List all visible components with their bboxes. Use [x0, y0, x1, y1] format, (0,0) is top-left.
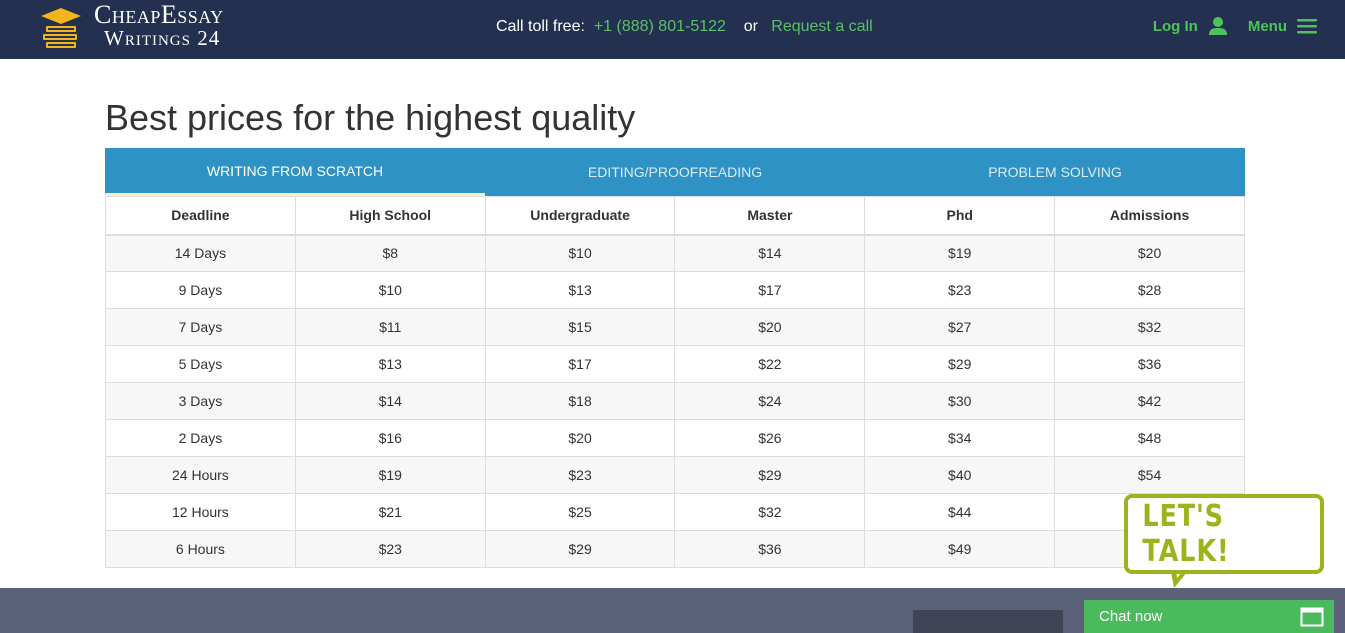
price-cell: $25 — [484, 493, 676, 531]
price-cell: $19 — [864, 234, 1056, 272]
window-icon — [1300, 607, 1324, 626]
or-text: or — [743, 18, 758, 35]
lets-talk-text: LET'S TALK! — [1142, 499, 1230, 569]
logo-subtitle: Writings 24 — [104, 26, 221, 50]
table-row: 6 Hours$23$29$36$49$66 — [105, 530, 1245, 568]
price-cell: $32 — [674, 493, 866, 531]
price-cell: $17 — [484, 345, 676, 383]
price-cell: $30 — [864, 382, 1056, 420]
page-title: Best prices for the highest quality — [105, 97, 636, 138]
price-cell: $10 — [294, 271, 486, 309]
user-icon — [1208, 17, 1227, 35]
price-cell: $15 — [484, 308, 676, 346]
price-cell: $23 — [484, 456, 676, 494]
price-cell: $16 — [294, 419, 486, 457]
price-cell: $48 — [1054, 419, 1245, 457]
price-cell: $18 — [484, 382, 676, 420]
price-cell: $19 — [294, 456, 486, 494]
price-cell: $10 — [484, 234, 676, 272]
price-cell: $23 — [864, 271, 1056, 309]
site-header: CheapEssay Writings 24 Call toll free: +… — [0, 0, 1345, 59]
pricing-tabs: WRITING FROM SCRATCH EDITING/PROOFREADIN… — [105, 148, 1245, 196]
login-label: Log In — [1152, 17, 1198, 35]
price-cell: $42 — [1054, 382, 1245, 420]
price-cell: $27 — [864, 308, 1056, 346]
price-cell: $13 — [294, 345, 486, 383]
tab-problem-solving[interactable]: PROBLEM SOLVING — [865, 148, 1245, 196]
price-cell: $8 — [294, 234, 486, 272]
table-row: 14 Days $8 $10 $14 $19 $20 — [105, 234, 1245, 272]
table-row: 7 Days $11 $15 $20 $27 $32 — [105, 308, 1245, 346]
menu-button[interactable]: Menu — [1248, 18, 1317, 35]
price-cell: $54 — [1054, 456, 1245, 494]
price-cell: $28 — [1054, 271, 1245, 309]
price-cell: $21 — [294, 493, 486, 531]
price-cell: $40 — [864, 456, 1056, 494]
table-header-row: Deadline High School Undergraduate Master Ph… — [105, 196, 1245, 236]
price-cell: $24 — [674, 382, 866, 420]
price-cell: $26 — [674, 419, 866, 457]
price-cell: $29 — [674, 456, 866, 494]
site-logo[interactable]: CheapEssay Writings 24 — [40, 0, 270, 54]
table-body: 14 Days $8 $10 $14 $19 $20 9 Days $10 $13 $17 $23 $… — [105, 234, 1245, 568]
deadline-cell: 7 Days — [105, 308, 296, 346]
column-header: Phd — [864, 196, 1056, 236]
header-nav: Log In Menu — [1153, 16, 1317, 36]
tab-editing-proofreading[interactable]: EDITING/PROOFREADING — [485, 148, 865, 196]
table-row: 9 Days $10 $13 $17 $23 $28 — [105, 271, 1245, 309]
deadline-cell: 3 Days — [105, 382, 296, 420]
table-row: 2 Days $16 $20 $26 $34 $48 — [105, 419, 1245, 457]
footer-image — [913, 610, 1063, 633]
deadline-cell: 12 Hours — [105, 493, 296, 531]
column-header: Deadline — [105, 196, 296, 236]
menu-label: Menu — [1247, 17, 1287, 35]
column-header: Undergraduate — [484, 196, 676, 236]
price-cell: $49 — [864, 530, 1056, 568]
deadline-cell: 2 Days — [105, 419, 296, 457]
price-cell: $20 — [674, 308, 866, 346]
tab-writing-from-scratch[interactable]: WRITING FROM SCRATCH — [105, 148, 485, 196]
deadline-cell: 6 Hours — [105, 530, 296, 568]
logo-title: CheapEssay — [94, 0, 224, 29]
chat-now-button[interactable]: Chat now — [1084, 600, 1334, 633]
column-header: High School — [294, 196, 486, 236]
hamburger-icon — [1297, 19, 1317, 34]
login-button[interactable]: Log In — [1153, 16, 1228, 36]
request-call-link[interactable]: Request a call — [771, 18, 872, 36]
chat-now-label: Chat now — [1099, 608, 1163, 625]
price-cell: $23 — [294, 530, 486, 568]
price-cell: $29 — [864, 345, 1056, 383]
price-table-container: Deadline High School Undergraduate Master Ph… — [105, 196, 1245, 568]
price-cell: $14 — [674, 234, 866, 272]
table-row: 3 Days $14 $18 $24 $30 $42 — [105, 382, 1245, 420]
price-cell: $20 — [484, 419, 676, 457]
lets-talk-bubble[interactable]: LET'S TALK! — [1124, 494, 1324, 588]
price-cell: $32 — [1054, 308, 1245, 346]
price-cell: $13 — [484, 271, 676, 309]
table-row: 12 Hours$21$25$32$44$60 — [105, 493, 1245, 531]
price-cell: $22 — [674, 345, 866, 383]
column-header: Master — [674, 196, 866, 236]
price-cell: $11 — [294, 308, 486, 346]
deadline-cell: 14 Days — [105, 234, 296, 272]
call-label: Call toll free: — [496, 18, 585, 35]
deadline-cell: 9 Days — [105, 271, 296, 309]
table-row: 5 Days $13 $17 $22 $29 $36 — [105, 345, 1245, 383]
table-row: 24 Hours $19 $23 $29 $40 $54 — [105, 456, 1245, 494]
deadline-cell: 24 Hours — [105, 456, 296, 494]
price-cell: $17 — [674, 271, 866, 309]
column-header: Admissions — [1054, 196, 1245, 236]
books-graduation-cap-icon — [41, 8, 81, 48]
price-cell: $20 — [1054, 234, 1245, 272]
price-cell: $34 — [864, 419, 1056, 457]
price-table: Deadline High School Undergraduate Master Ph… — [105, 196, 1245, 568]
price-cell: $44 — [864, 493, 1056, 531]
price-cell: $36 — [1054, 345, 1245, 383]
price-cell: $14 — [294, 382, 486, 420]
deadline-cell: 5 Days — [105, 345, 296, 383]
price-cell: $29 — [484, 530, 676, 568]
call-info: Call toll free: +1 (888) 801-5122 or Req… — [496, 18, 873, 36]
phone-link[interactable]: +1 (888) 801-5122 — [594, 18, 726, 36]
price-cell: $36 — [674, 530, 866, 568]
